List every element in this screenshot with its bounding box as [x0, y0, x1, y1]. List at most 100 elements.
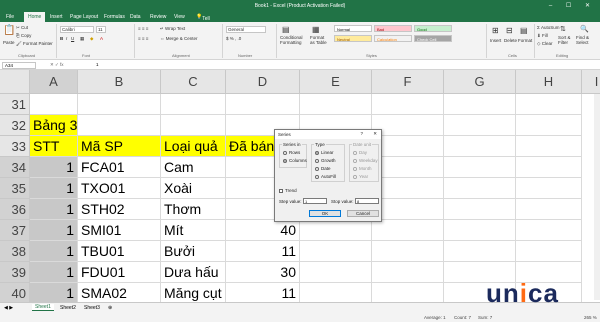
cell-style-1[interactable]: Bad: [374, 25, 412, 32]
format-as-table-button[interactable]: Format as Table: [310, 35, 330, 45]
row-header-40[interactable]: 40: [0, 283, 30, 302]
minimize-icon[interactable]: –: [549, 3, 558, 9]
clear-button[interactable]: ◇ Clear: [537, 41, 552, 47]
vertical-scrollbar[interactable]: [594, 94, 600, 300]
number-format-icons[interactable]: $ % , .0: [226, 36, 241, 41]
format-cells-icon[interactable]: ▤: [520, 26, 528, 35]
name-box[interactable]: A34: [2, 62, 36, 69]
cell-g34[interactable]: [444, 157, 516, 178]
cell-f38[interactable]: [372, 241, 444, 262]
cell-e38[interactable]: [300, 241, 372, 262]
delete-cells-button[interactable]: Delete: [504, 38, 517, 43]
cell-e39[interactable]: [300, 262, 372, 283]
cell-c34[interactable]: Cam: [161, 157, 226, 178]
cell-g38[interactable]: [444, 241, 516, 262]
fill-color-icon[interactable]: ◆: [90, 36, 93, 42]
cell-a35[interactable]: 1: [30, 178, 78, 199]
cell-h37[interactable]: [516, 220, 582, 241]
sort-filter-icon[interactable]: ⇅: [560, 25, 566, 33]
column-header-a[interactable]: A: [30, 70, 78, 94]
number-format-select[interactable]: General: [226, 26, 266, 33]
radio-month[interactable]: Month: [353, 166, 372, 171]
cell-a34[interactable]: 1: [30, 157, 78, 178]
radio-columns[interactable]: Columns: [283, 158, 307, 163]
radio-date[interactable]: Date: [315, 166, 331, 171]
cell-b40[interactable]: SMA02: [78, 283, 161, 302]
cell-g37[interactable]: [444, 220, 516, 241]
copy-button[interactable]: ⎘ Copy: [16, 33, 31, 38]
font-size-select[interactable]: 11: [96, 26, 106, 33]
radio-rows[interactable]: Rows: [283, 150, 300, 155]
select-all-corner[interactable]: [0, 70, 30, 94]
radio-linear[interactable]: Linear: [315, 150, 334, 155]
insert-cells-button[interactable]: Insert: [490, 38, 501, 43]
cell-g31[interactable]: [444, 94, 516, 115]
borders-icon[interactable]: ▦: [80, 36, 84, 42]
cell-a37[interactable]: 1: [30, 220, 78, 241]
autosum-button[interactable]: Σ AutoSum: [537, 25, 560, 30]
italic-button[interactable]: I: [66, 36, 67, 41]
column-header-e[interactable]: E: [300, 70, 372, 94]
paste-button[interactable]: Paste: [3, 40, 15, 45]
row-header-39[interactable]: 39: [0, 262, 30, 283]
cell-style-4[interactable]: Calculation: [374, 35, 412, 42]
cell-a40[interactable]: 1: [30, 283, 78, 302]
bold-button[interactable]: B: [60, 36, 63, 41]
find-select-button[interactable]: Find & Select: [576, 35, 598, 45]
cell-e37[interactable]: [300, 220, 372, 241]
formula-input[interactable]: 1: [96, 62, 99, 68]
cell-f33[interactable]: [372, 136, 444, 157]
underline-button[interactable]: U: [71, 36, 74, 41]
radio-year[interactable]: Year: [353, 174, 368, 179]
radio-day[interactable]: Day: [353, 150, 367, 155]
cell-a39[interactable]: 1: [30, 262, 78, 283]
column-header-h[interactable]: H: [516, 70, 582, 94]
cell-f35[interactable]: [372, 178, 444, 199]
cell-b39[interactable]: FDU01: [78, 262, 161, 283]
tab-insert[interactable]: Insert: [50, 14, 63, 20]
cell-g36[interactable]: [444, 199, 516, 220]
cell-c36[interactable]: Thơm: [161, 199, 226, 220]
font-color-icon[interactable]: A: [100, 36, 103, 41]
tab-home[interactable]: Home: [24, 12, 46, 22]
paste-icon[interactable]: 📋: [3, 25, 15, 36]
row-header-35[interactable]: 35: [0, 178, 30, 199]
cell-d38[interactable]: 11: [226, 241, 300, 262]
cell-e31[interactable]: [300, 94, 372, 115]
wrap-text-button[interactable]: ↵ Wrap Text: [160, 26, 185, 32]
tab-file[interactable]: File: [6, 14, 14, 20]
sheet-tab-3[interactable]: Sheet3: [84, 305, 100, 311]
cell-h36[interactable]: [516, 199, 582, 220]
row-header-37[interactable]: 37: [0, 220, 30, 241]
row-header-38[interactable]: 38: [0, 241, 30, 262]
cell-c37[interactable]: Mít: [161, 220, 226, 241]
zoom-level[interactable]: 265 %: [584, 315, 597, 320]
column-header-i[interactable]: I: [582, 70, 600, 94]
cell-h38[interactable]: [516, 241, 582, 262]
conditional-formatting-icon[interactable]: ▤: [282, 25, 290, 34]
trend-checkbox[interactable]: Trend: [279, 188, 297, 193]
stop-value-input[interactable]: 8: [355, 198, 379, 204]
delete-cells-icon[interactable]: ⊟: [506, 26, 513, 35]
tell-me-box[interactable]: 💡 Tell me what you want to do...: [196, 14, 213, 58]
cell-c39[interactable]: Dưa hấu: [161, 262, 226, 283]
cell-d37[interactable]: 40: [226, 220, 300, 241]
row-header-33[interactable]: 33: [0, 136, 30, 157]
dialog-close-icon[interactable]: ✕: [373, 131, 377, 137]
cell-a31[interactable]: [30, 94, 78, 115]
sheet-tab-2[interactable]: Sheet2: [60, 305, 76, 311]
cell-d31[interactable]: [226, 94, 300, 115]
cell-f40[interactable]: [372, 283, 444, 302]
merge-center-button[interactable]: ⇔ Merge & Center: [160, 36, 198, 41]
fx-icon[interactable]: ✕ ✓ fx: [50, 62, 64, 68]
column-header-f[interactable]: F: [372, 70, 444, 94]
help-icon[interactable]: ?: [360, 131, 363, 136]
cell-c35[interactable]: Xoài: [161, 178, 226, 199]
radio-autofill[interactable]: AutoFill: [315, 174, 336, 179]
cancel-button[interactable]: Cancel: [347, 210, 379, 217]
insert-cells-icon[interactable]: ⊞: [492, 26, 499, 35]
row-header-32[interactable]: 32: [0, 115, 30, 136]
cell-b37[interactable]: SMI01: [78, 220, 161, 241]
tab-page-layout[interactable]: Page Layout: [70, 14, 98, 20]
format-as-table-icon[interactable]: ▦: [312, 25, 320, 34]
